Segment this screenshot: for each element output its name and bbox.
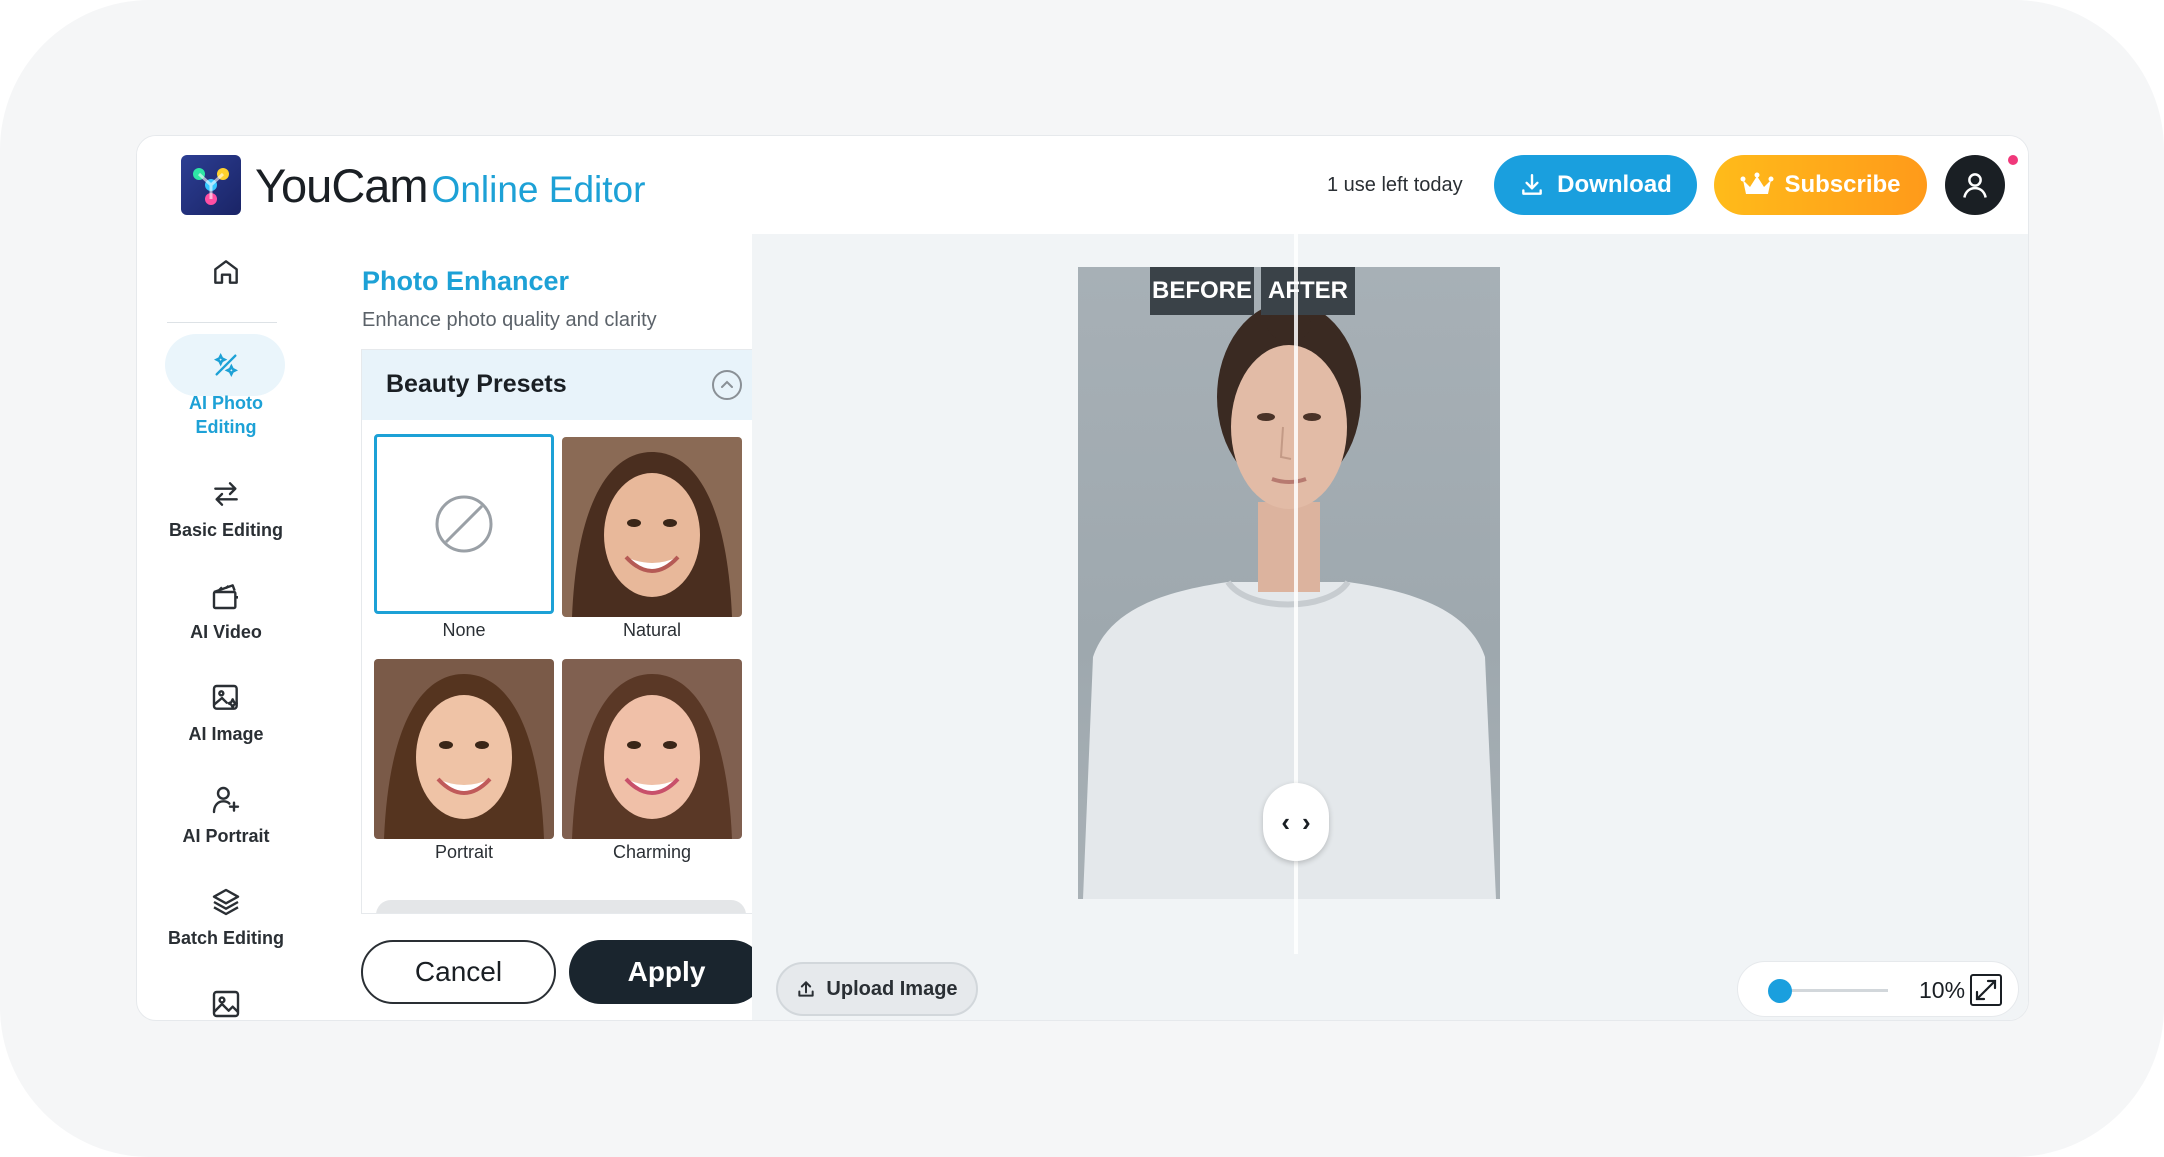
zoom-slider-thumb[interactable] <box>1768 979 1792 1003</box>
clapperboard-icon <box>212 584 238 610</box>
sidebar-item-batch-editing[interactable]: Batch Editing <box>137 886 315 949</box>
app-window: YouCam Online Editor 1 use left today Dow… <box>136 135 2029 1021</box>
apply-button[interactable]: Apply <box>569 940 764 1004</box>
beauty-presets-title: Beauty Presets <box>386 370 567 398</box>
zoom-value: 10% <box>1919 977 1966 1003</box>
cancel-button[interactable]: Cancel <box>361 940 556 1004</box>
swap-arrows-icon <box>214 482 238 506</box>
home-icon <box>214 260 238 284</box>
brand-title[interactable]: YouCam Online Editor <box>255 158 645 213</box>
sidebar-item-label: Batch Editing <box>168 928 284 948</box>
uses-left-text: 1 use left today <box>1327 174 1463 196</box>
preset-natural[interactable] <box>562 437 742 617</box>
download-icon <box>1522 174 1543 195</box>
person-add-icon <box>212 786 240 814</box>
preset-label: Portrait <box>434 842 494 862</box>
collapse-button[interactable] <box>712 370 742 400</box>
brand-name: YouCam <box>255 159 429 212</box>
preset-label: Charming <box>612 842 692 862</box>
preset-portrait[interactable] <box>374 659 554 839</box>
subscribe-button[interactable]: Subscribe <box>1714 155 1927 215</box>
sidebar-item-ai-image[interactable]: AI Image <box>137 682 315 745</box>
header: YouCam Online Editor 1 use left today Dow… <box>137 136 2028 234</box>
chevron-right-icon: › <box>1302 806 1311 837</box>
image-icon <box>212 990 240 1018</box>
portrait-thumbnail <box>562 659 742 839</box>
preset-label: Natural <box>622 620 682 640</box>
sidebar-item-ai-photo-editing[interactable]: AI Photo Editing <box>137 349 315 439</box>
portrait-thumbnail <box>562 437 742 617</box>
youcam-logo-icon[interactable] <box>181 155 241 215</box>
user-icon <box>1963 173 1987 198</box>
preset-none[interactable] <box>374 434 554 614</box>
image-sparkle-icon <box>212 684 238 710</box>
portrait-thumbnail <box>374 659 554 839</box>
sidebar-item-label: AI Portrait <box>182 826 270 846</box>
compare-slider-handle[interactable]: ‹ › <box>1263 783 1329 861</box>
sidebar-item-basic-editing[interactable]: Basic Editing <box>137 478 315 541</box>
sidebar-item-ai-portrait[interactable]: AI Portrait <box>137 784 315 847</box>
sidebar-divider <box>167 322 277 323</box>
brand-suffix: Online Editor <box>431 169 646 210</box>
upload-image-button[interactable]: Upload Image <box>776 962 978 1016</box>
sidebar-item-label: AI Video <box>190 622 262 642</box>
sidebar-item-label: AI Photo Editing <box>189 393 263 437</box>
preset-label: None <box>442 620 486 640</box>
beauty-presets-section: Beauty Presets None Natural Portrait Cha… <box>361 349 763 914</box>
sidebar: AI Photo Editing Basic Editing AI Video … <box>137 234 315 1020</box>
chevron-left-icon: ‹ <box>1281 806 1290 837</box>
layers-icon <box>212 888 240 916</box>
no-effect-icon <box>435 495 493 553</box>
next-preset-row <box>376 900 746 913</box>
magic-wand-icon <box>213 352 239 378</box>
preview-canvas: BEFORE AFTER ‹ › Upload Image 10% <box>752 234 2028 1020</box>
sidebar-item-home[interactable] <box>137 256 315 298</box>
panel-title: Photo Enhancer <box>362 266 570 296</box>
before-badge: BEFORE <box>1150 267 1254 315</box>
panel-subtitle: Enhance photo quality and clarity <box>362 309 657 331</box>
sidebar-item-image[interactable] <box>137 988 315 1020</box>
chevron-up-icon <box>721 380 733 388</box>
user-avatar[interactable] <box>1945 155 2005 215</box>
upload-label: Upload Image <box>826 977 958 1000</box>
after-badge: AFTER <box>1261 267 1355 315</box>
expand-icon <box>1975 979 1997 1001</box>
subscribe-label: Subscribe <box>1784 171 1901 198</box>
sidebar-item-label: AI Image <box>188 724 264 744</box>
sidebar-item-ai-video[interactable]: AI Video <box>137 580 315 643</box>
download-label: Download <box>1557 171 1672 198</box>
zoom-slider-track[interactable] <box>1778 989 1888 992</box>
preset-charming[interactable] <box>562 659 742 839</box>
upload-icon <box>798 981 815 997</box>
beauty-presets-header[interactable]: Beauty Presets <box>362 350 762 420</box>
fullscreen-button[interactable] <box>1970 974 2002 1006</box>
sidebar-item-label: Basic Editing <box>168 520 284 540</box>
zoom-control: 10% <box>1737 961 2019 1017</box>
download-button[interactable]: Download <box>1494 155 1697 215</box>
notification-dot <box>2008 155 2018 165</box>
crown-icon <box>1740 172 1774 194</box>
